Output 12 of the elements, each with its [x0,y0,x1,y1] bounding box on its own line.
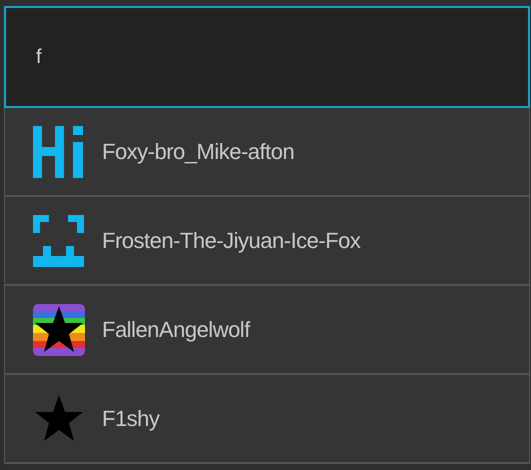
rainbow-star-icon [33,304,85,356]
username: F1shy [102,405,160,433]
search-field[interactable]: f [4,6,530,108]
letters-icon [33,126,85,178]
user-result[interactable]: Frosten-The-Jiyuan-Ice-Fox [4,197,530,286]
username: FallenAngelwolf [102,316,250,344]
user-result[interactable]: F1shy [4,375,530,464]
user-result[interactable]: Foxy-bro_Mike-afton [4,108,530,197]
username: Foxy-bro_Mike-afton [102,138,294,166]
pixel-face-icon [33,214,85,266]
user-result[interactable]: FallenAngelwolf [4,286,530,375]
username: Frosten-The-Jiyuan-Ice-Fox [102,227,360,255]
